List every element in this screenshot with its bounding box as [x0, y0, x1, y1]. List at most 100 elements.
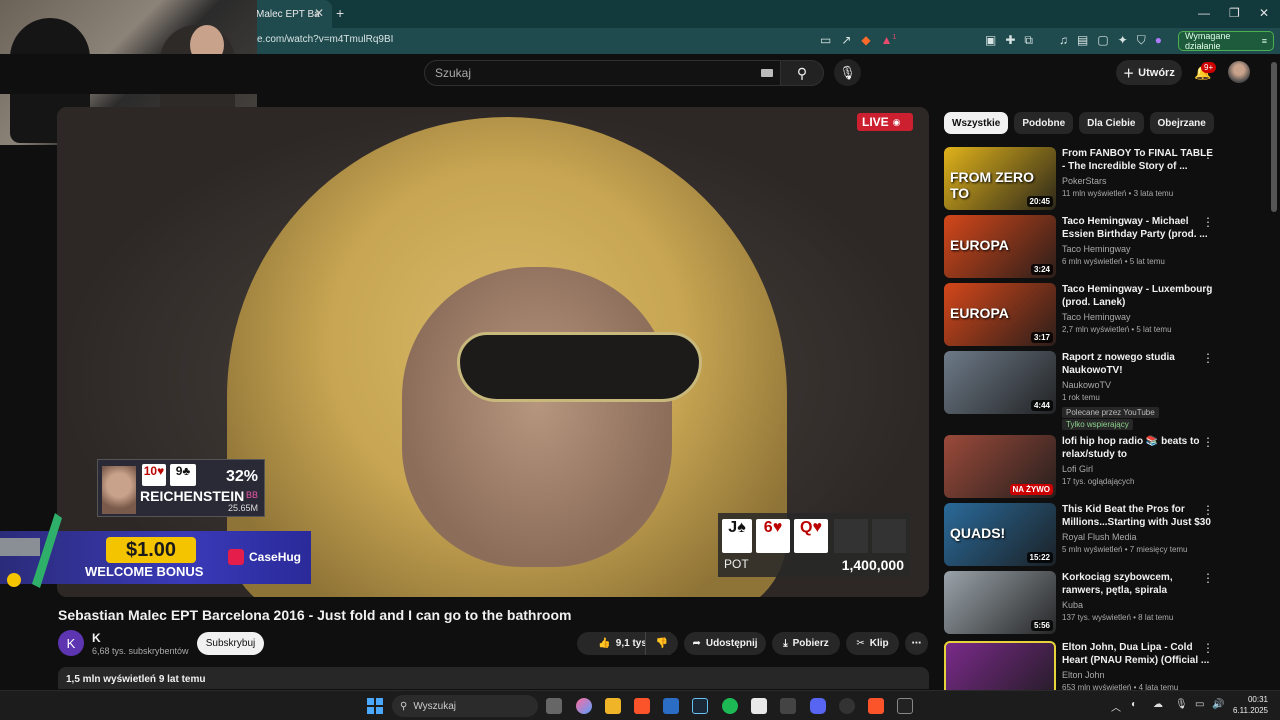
network-icon[interactable]: ▭ — [1195, 699, 1204, 710]
kebab-menu-icon[interactable]: ⋮ — [1202, 215, 1214, 229]
task-view-icon[interactable] — [546, 698, 562, 714]
notes-icon[interactable] — [751, 698, 767, 714]
recommendation-channel[interactable]: Elton John — [1062, 670, 1105, 680]
clock[interactable]: 00:31 6.11.2025 — [1233, 694, 1268, 716]
file-explorer-icon[interactable] — [605, 698, 621, 714]
profile-icon[interactable]: ● — [1155, 33, 1162, 48]
recommendation-item[interactable]: QUADS! 15:22 This Kid Beat the Pros for Mi… — [944, 503, 1224, 567]
recommendation-title[interactable]: Korkociąg szybowcem, ranwers, pętla, spi… — [1062, 571, 1214, 597]
more-actions-button[interactable]: ⋯ — [905, 632, 928, 655]
start-icon[interactable] — [367, 698, 383, 714]
chip-for-you[interactable]: Dla Ciebie — [1079, 112, 1144, 134]
kebab-menu-icon[interactable]: ⋮ — [1202, 571, 1214, 585]
music-icon[interactable]: ♫ — [1059, 33, 1068, 48]
recommendation-channel[interactable]: Taco Hemingway — [1062, 312, 1131, 322]
recommendation-title[interactable]: Taco Hemingway - Luxembourg (prod. Lanek… — [1062, 283, 1214, 309]
video-thumbnail[interactable]: EUROPA 3:17 — [944, 283, 1056, 346]
recommendation-item[interactable]: 4:44 Raport z nowego studia NaukowoTV! Nau… — [944, 351, 1224, 430]
taskbar-search[interactable]: ⚲ Wyszukaj — [392, 695, 538, 717]
recommendation-item[interactable]: EUROPA 3:24 Taco Hemingway - Michael Essie… — [944, 215, 1224, 279]
recommendation-item[interactable]: NA ŻYWO lofi hip hop radio 📚 beats to rel… — [944, 435, 1224, 499]
kebab-menu-icon[interactable]: ⋮ — [1202, 351, 1214, 365]
new-tab-icon[interactable]: + — [336, 5, 344, 21]
clip-button[interactable]: ✂ Klip — [846, 632, 899, 655]
scrollbar[interactable] — [1271, 62, 1277, 212]
brave-icon[interactable] — [634, 698, 650, 714]
store-icon[interactable] — [663, 698, 679, 714]
minimize-icon[interactable]: — — [1198, 6, 1210, 20]
video-thumbnail[interactable]: QUADS! 15:22 — [944, 503, 1056, 566]
voice-search-button[interactable]: 🎙 — [834, 59, 861, 86]
video-thumbnail[interactable]: FROM ZERO TO 20:45 — [944, 147, 1056, 210]
video-thumbnail[interactable]: 5:56 — [944, 571, 1056, 634]
recommendation-channel[interactable]: Kuba — [1062, 600, 1083, 610]
recommendation-item[interactable]: 5:56 Korkociąg szybowcem, ranwers, pętla,… — [944, 571, 1224, 635]
search-button[interactable]: ⚲ — [780, 60, 824, 86]
recommendation-item[interactable]: EUROPA 3:17 Taco Hemingway - Luxembourg (p… — [944, 283, 1224, 347]
dislike-button[interactable]: 👎 — [645, 632, 678, 655]
steam-icon[interactable] — [692, 698, 708, 714]
channel-name[interactable]: K — [92, 631, 101, 645]
chip-all[interactable]: Wszystkie — [944, 112, 1009, 134]
account-avatar[interactable] — [1228, 61, 1250, 83]
tray-chevron-icon[interactable]: ︿ — [1111, 699, 1121, 714]
rewards-icon[interactable]: ▲1 — [881, 33, 897, 47]
ai-icon[interactable]: ✦ — [1118, 33, 1128, 48]
puzzle-icon[interactable]: ✚ — [1005, 33, 1015, 48]
recommendation-item[interactable]: FROM ZERO TO 20:45 From FANBOY To FINAL TA… — [944, 147, 1224, 211]
discord-icon[interactable] — [810, 698, 826, 714]
share-button[interactable]: ➦ Udostępnij — [684, 632, 766, 655]
recommendation-title[interactable]: Elton John, Dua Lipa - Cold Heart (PNAU … — [1062, 641, 1214, 667]
cast-icon[interactable]: ▭ — [820, 33, 831, 47]
url-text[interactable]: e.com/watch?v=m4TmulRq9BI — [257, 34, 393, 45]
chip-related[interactable]: Podobne — [1014, 112, 1074, 134]
action-required-button[interactable]: Wymagane działanie ≡ — [1178, 31, 1274, 51]
vpn-icon[interactable]: ⛉ — [1137, 33, 1146, 48]
close-window-icon[interactable]: ✕ — [1259, 6, 1269, 20]
sidebar-icon[interactable]: ▤ — [1077, 33, 1088, 48]
recommendation-channel[interactable]: PokerStars — [1062, 176, 1107, 186]
chip-watched[interactable]: Obejrzane — [1149, 112, 1214, 134]
kebab-menu-icon[interactable]: ⋮ — [1202, 435, 1214, 449]
recommendation-title[interactable]: Raport z nowego studia NaukowoTV! — [1062, 351, 1214, 377]
create-button[interactable]: ＋ Utwórz — [1116, 60, 1182, 85]
mic-tray-icon[interactable]: 🎙 — [1175, 699, 1188, 710]
recommendation-channel[interactable]: Taco Hemingway — [1062, 244, 1131, 254]
video-player[interactable]: LIVE ◉ 10♥ 9♣ 32% REICHENSTEIN BB 25.65M… — [57, 107, 929, 597]
cloud-icon[interactable]: ☁ — [1153, 699, 1163, 710]
spotify-icon[interactable] — [722, 698, 738, 714]
kebab-menu-icon[interactable]: ⋮ — [1202, 503, 1214, 517]
brave-shield-icon[interactable]: ◆ — [861, 33, 870, 47]
browser-tab[interactable]: Malec EPT Ba ✕ — [248, 0, 332, 28]
kebab-menu-icon[interactable]: ⋮ — [1202, 641, 1214, 655]
download-button[interactable]: ⤓ Pobierz — [772, 632, 840, 655]
restore-icon[interactable]: ❐ — [1229, 6, 1240, 20]
tray-app-icon[interactable]: ◐ — [1131, 699, 1137, 710]
kebab-menu-icon[interactable]: ⋮ — [1202, 147, 1214, 161]
kebab-menu-icon[interactable]: ⋮ — [1202, 283, 1214, 297]
video-thumbnail[interactable]: 4:44 — [944, 351, 1056, 414]
recommendation-title[interactable]: This Kid Beat the Pros for Millions...St… — [1062, 503, 1214, 529]
calculator-icon[interactable] — [780, 698, 796, 714]
search-input[interactable]: Szukaj — [424, 60, 786, 86]
subscribe-button[interactable]: Subskrybuj — [197, 632, 264, 655]
recommendation-title[interactable]: From FANBOY To FINAL TABLE - The Incredi… — [1062, 147, 1214, 173]
screenshot-icon[interactable]: ⧉ — [1024, 33, 1033, 48]
recommendation-channel[interactable]: NaukowoTV — [1062, 380, 1111, 390]
recommendation-title[interactable]: Taco Hemingway - Michael Essien Birthday… — [1062, 215, 1214, 241]
obs-icon[interactable] — [839, 698, 855, 714]
wallet-icon[interactable]: ▢ — [1097, 33, 1108, 48]
description-box[interactable]: 1,5 mln wyświetleń 9 lat temu — [58, 667, 929, 689]
tab-close-icon[interactable]: ✕ — [314, 6, 324, 20]
volume-icon[interactable]: 🔊 — [1212, 699, 1224, 710]
recommendation-channel[interactable]: Royal Flush Media — [1062, 532, 1137, 542]
channel-avatar[interactable]: K — [58, 630, 84, 656]
keyboard-icon[interactable] — [761, 69, 773, 77]
terminal-icon[interactable] — [897, 698, 913, 714]
video-thumbnail[interactable]: NA ŻYWO — [944, 435, 1056, 498]
brave-window-icon[interactable] — [868, 698, 884, 714]
video-thumbnail[interactable]: EUROPA 3:24 — [944, 215, 1056, 278]
recommendation-title[interactable]: lofi hip hop radio 📚 beats to relax/stud… — [1062, 435, 1214, 461]
extension-icon-1[interactable]: ▣ — [985, 33, 996, 48]
recommendation-channel[interactable]: Lofi Girl — [1062, 464, 1093, 474]
